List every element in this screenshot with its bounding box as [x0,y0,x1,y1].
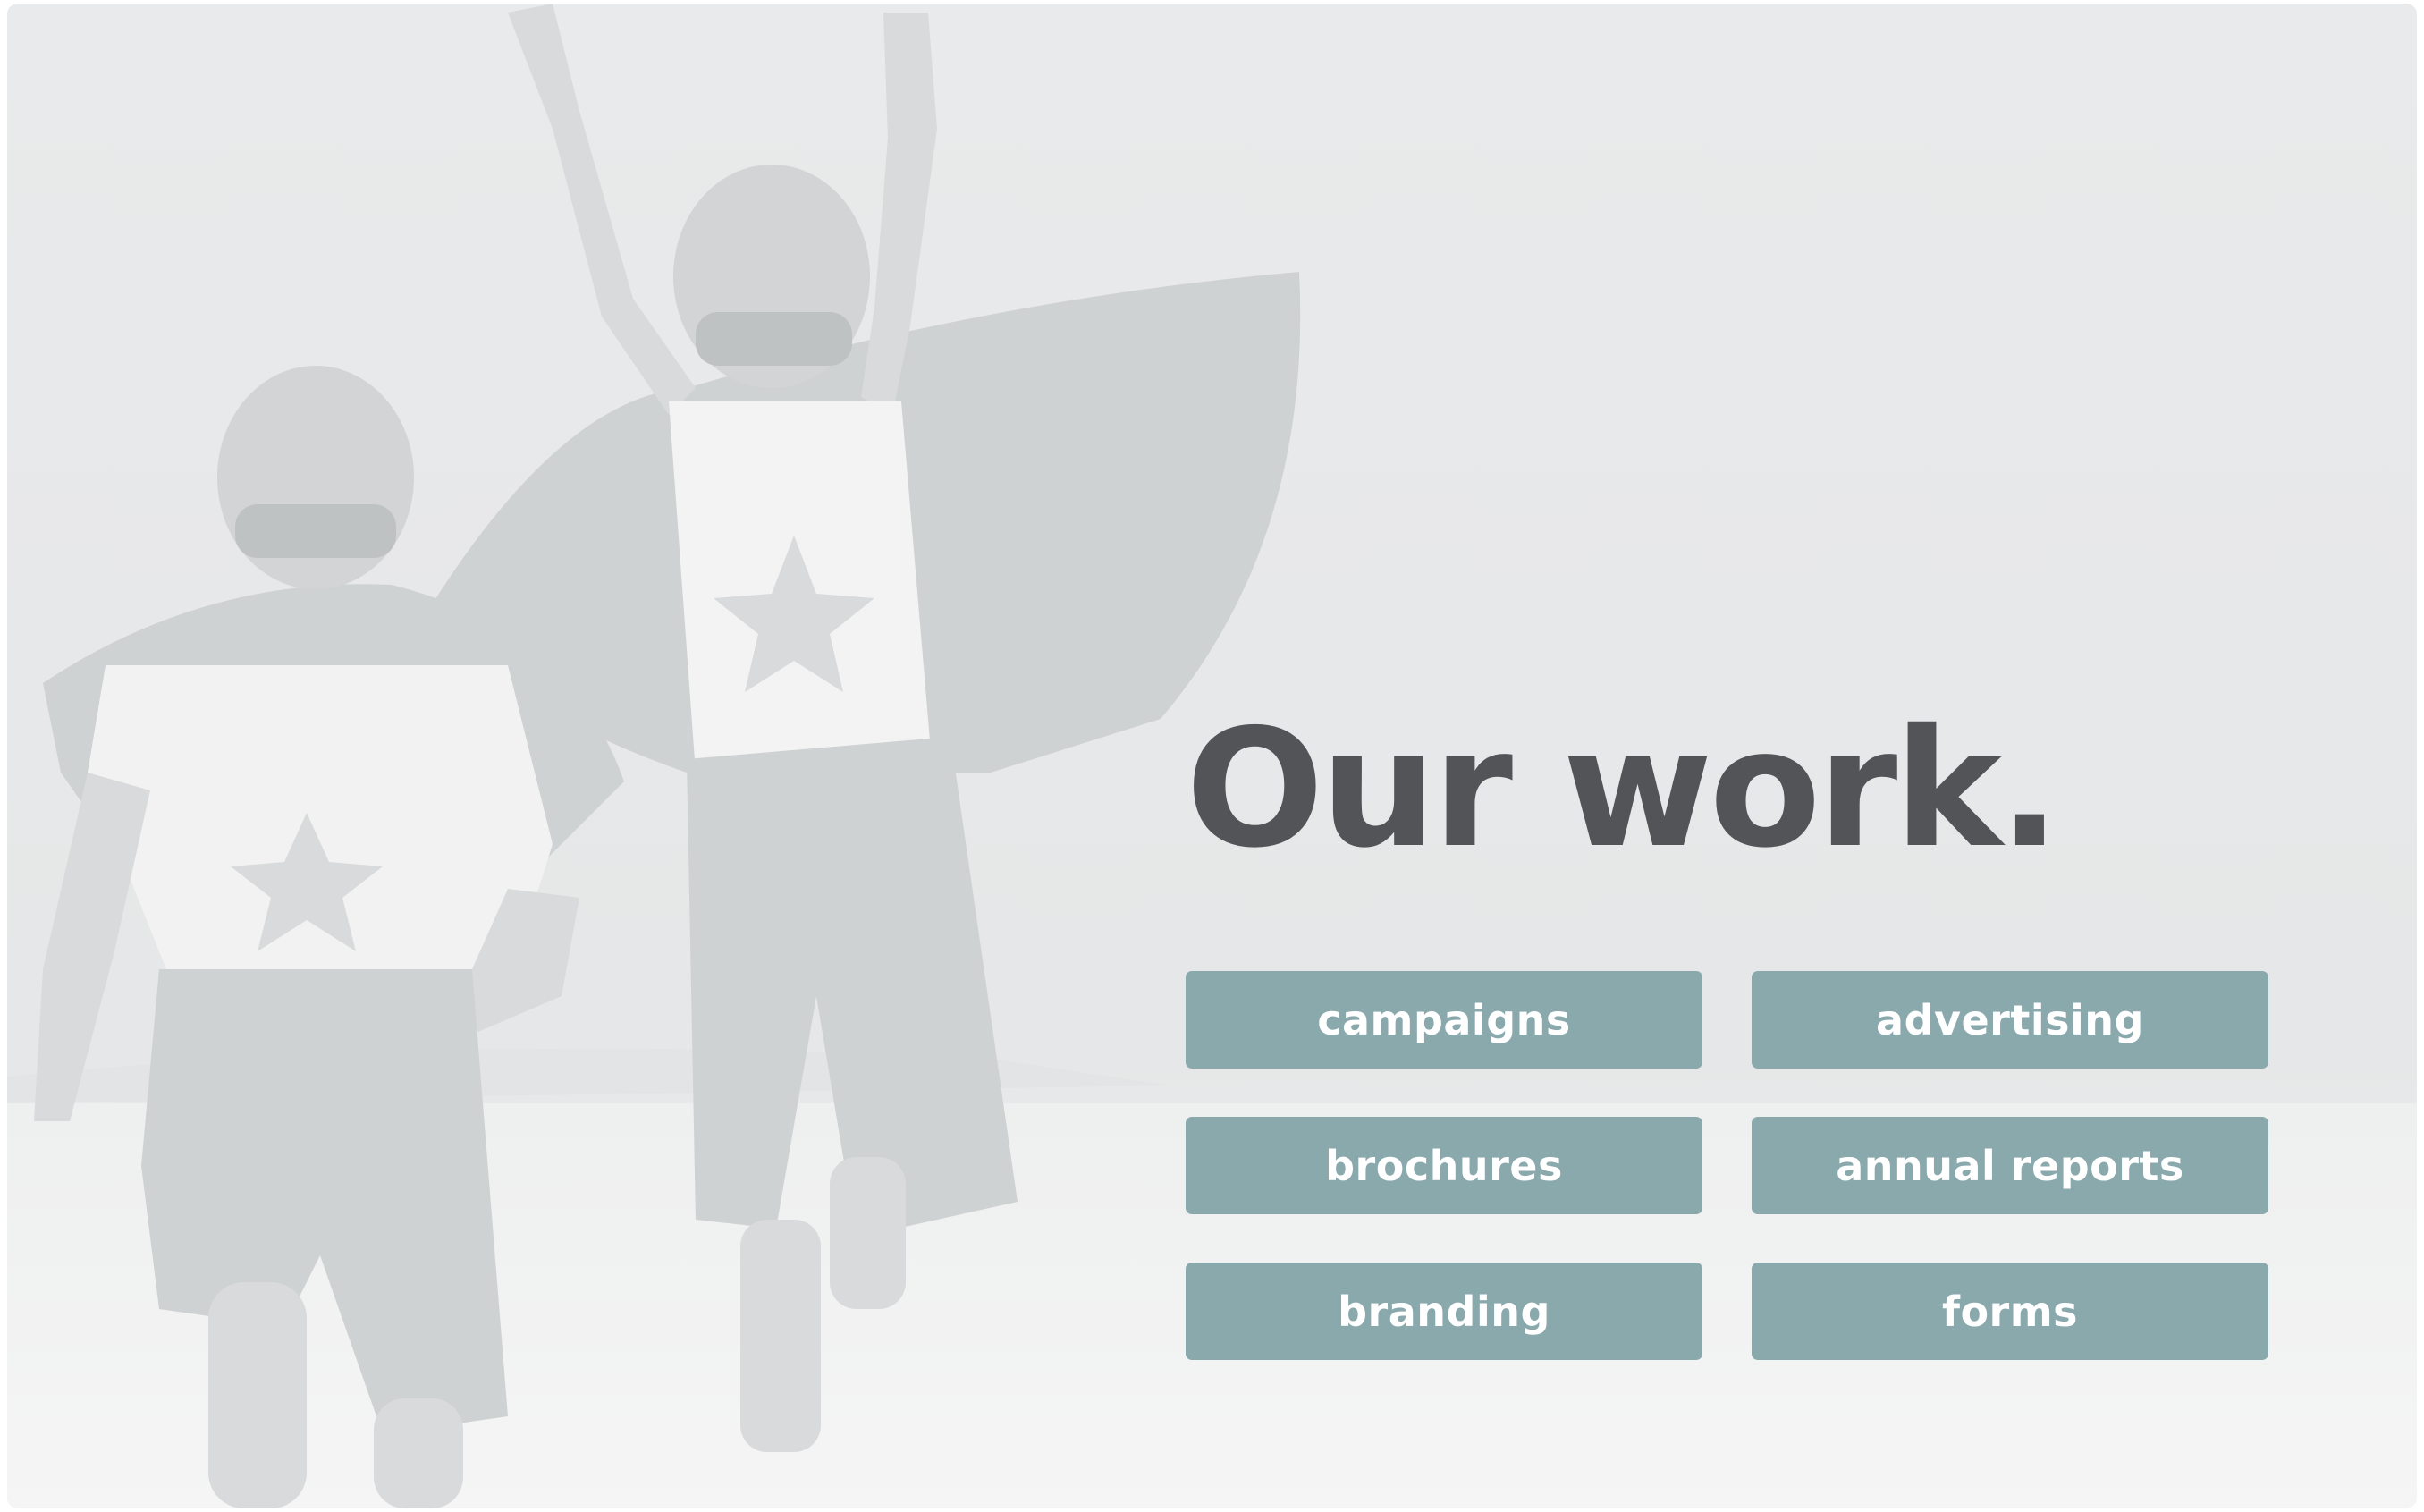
work-category-grid: campaigns advertising brochures annual r… [1186,971,2268,1360]
advertising-button[interactable]: advertising [1752,971,2268,1069]
forms-button[interactable]: forms [1752,1263,2268,1360]
brochures-button[interactable]: brochures [1186,1117,1702,1214]
annual-reports-button-label: annual reports [1836,1141,2184,1190]
advertising-button-label: advertising [1876,995,2144,1044]
branding-button[interactable]: branding [1186,1263,1702,1360]
campaigns-button-label: campaigns [1317,995,1571,1044]
annual-reports-button[interactable]: annual reports [1752,1117,2268,1214]
page-title: Our work. [1186,694,2061,883]
forms-button-label: forms [1941,1287,2079,1336]
branding-button-label: branding [1338,1287,1550,1336]
brochures-button-label: brochures [1325,1141,1563,1190]
campaigns-button[interactable]: campaigns [1186,971,1702,1069]
page: Our work. campaigns advertising brochure… [7,4,2417,1508]
